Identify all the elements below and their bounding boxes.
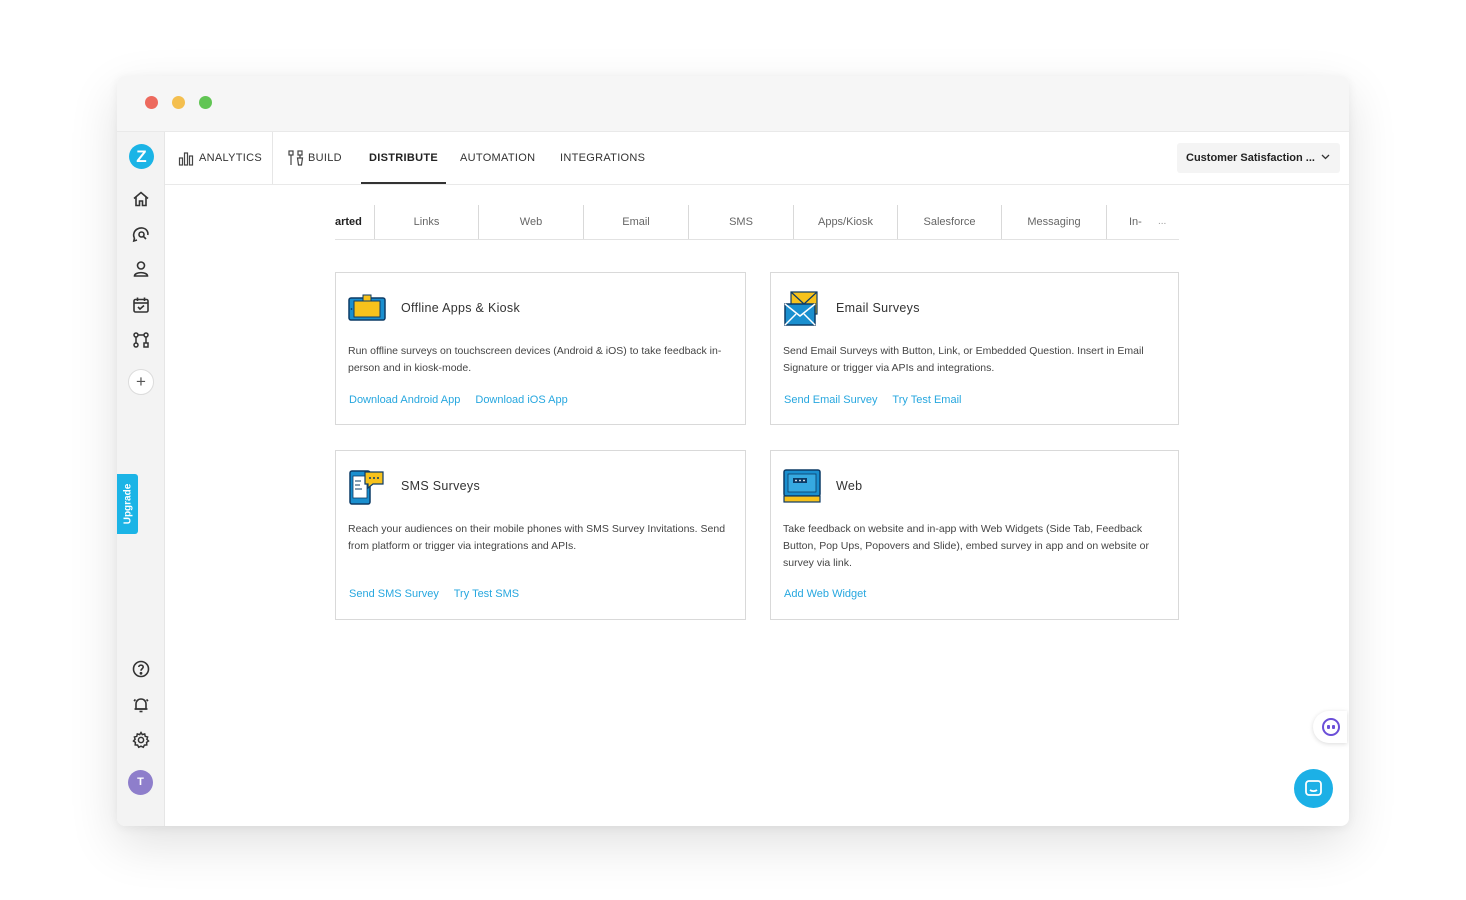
card-title: Email Surveys (836, 301, 920, 315)
card-links: Download Android App Download iOS App (349, 394, 580, 406)
send-sms-survey-link[interactable]: Send SMS Survey (349, 588, 439, 600)
tab-in-app[interactable]: In- (1106, 205, 1144, 239)
survey-selector-label: Customer Satisfaction ... (1186, 152, 1315, 164)
card-description: Take feedback on website and in-app with… (783, 523, 1149, 569)
sidebar: Z + Upgrade T (117, 132, 165, 826)
card-links: Send SMS Survey Try Test SMS (349, 588, 531, 600)
tab-getting-started[interactable]: arted (335, 205, 374, 239)
upgrade-button[interactable]: Upgrade (117, 474, 138, 534)
build-icon (287, 149, 305, 167)
nav-build-label: BUILD (308, 152, 342, 164)
chevron-down-icon (1321, 154, 1330, 160)
sms-phone-icon (348, 468, 386, 506)
add-web-widget-link[interactable]: Add Web Widget (784, 588, 866, 600)
nav-divider (272, 132, 273, 184)
nav-distribute[interactable]: DISTRIBUTE (361, 132, 446, 184)
download-android-app-link[interactable]: Download Android App (349, 394, 460, 406)
maximize-window-button[interactable] (199, 96, 212, 109)
nav-analytics-label: ANALYTICS (199, 152, 263, 164)
minimize-window-button[interactable] (172, 96, 185, 109)
card-title: Web (836, 479, 863, 493)
nav-distribute-label: DISTRIBUTE (369, 152, 438, 164)
send-email-survey-link[interactable]: Send Email Survey (784, 394, 878, 406)
help-icon[interactable] (131, 659, 151, 679)
home-icon[interactable] (131, 189, 151, 209)
download-ios-app-link[interactable]: Download iOS App (475, 394, 567, 406)
settings-icon[interactable] (131, 730, 151, 750)
app-window: Z + Upgrade T ANALYTICS BUILD DISTRIBUTE… (117, 76, 1349, 826)
card-description: Send Email Surveys with Button, Link, or… (783, 345, 1144, 374)
add-button[interactable]: + (128, 369, 154, 395)
card-links: Send Email Survey Try Test Email (784, 394, 973, 406)
zonka-logo[interactable]: Z (129, 144, 154, 169)
tab-apps-kiosk[interactable]: Apps/Kiosk (793, 205, 897, 239)
analytics-icon (178, 149, 196, 167)
chatbot-widget[interactable] (1313, 711, 1347, 743)
tab-sms[interactable]: SMS (688, 205, 793, 239)
web-monitor-icon (783, 468, 821, 506)
tab-messaging[interactable]: Messaging (1001, 205, 1106, 239)
tab-email[interactable]: Email (583, 205, 688, 239)
chatbot-face-icon (1322, 718, 1340, 736)
card-description: Reach your audiences on their mobile pho… (348, 523, 726, 552)
tab-links[interactable]: Links (374, 205, 478, 239)
card-links: Add Web Widget (784, 588, 878, 600)
try-test-sms-link[interactable]: Try Test SMS (454, 588, 519, 600)
title-bar (117, 76, 1349, 132)
bell-icon[interactable] (131, 695, 151, 715)
close-window-button[interactable] (145, 96, 158, 109)
nav-automation[interactable]: AUTOMATION (460, 132, 535, 184)
card-title: Offline Apps & Kiosk (401, 301, 521, 315)
nav-integrations[interactable]: INTEGRATIONS (560, 132, 645, 184)
upgrade-label: Upgrade (122, 483, 133, 525)
card-sms-surveys: SMS Surveys Reach your audiences on thei… (335, 450, 746, 620)
card-email-surveys: Email Surveys Send Email Surveys with Bu… (770, 272, 1179, 425)
survey-selector[interactable]: Customer Satisfaction ... (1177, 143, 1340, 173)
tab-salesforce[interactable]: Salesforce (897, 205, 1001, 239)
nav-integrations-label: INTEGRATIONS (560, 152, 646, 164)
tabs-more-indicator[interactable]: ... (1158, 216, 1166, 227)
workflow-icon[interactable] (131, 330, 151, 350)
nav-build[interactable]: BUILD (287, 132, 342, 184)
card-offline-apps: Offline Apps & Kiosk Run offline surveys… (335, 272, 746, 425)
chat-search-icon[interactable] (131, 224, 151, 244)
chat-bubble-icon (1305, 780, 1322, 796)
nav-analytics[interactable]: ANALYTICS (178, 132, 262, 184)
top-navigation: ANALYTICS BUILD DISTRIBUTE AUTOMATION IN… (165, 132, 1349, 185)
card-description: Run offline surveys on touchscreen devic… (348, 345, 722, 374)
user-avatar[interactable]: T (128, 770, 153, 795)
try-test-email-link[interactable]: Try Test Email (892, 394, 961, 406)
email-envelope-icon (783, 290, 821, 328)
user-icon[interactable] (131, 259, 151, 279)
messenger-launcher[interactable] (1294, 769, 1333, 808)
channel-tabs: arted Links Web Email SMS Apps/Kiosk Sal… (335, 205, 1179, 240)
calendar-check-icon[interactable] (131, 295, 151, 315)
tablet-kiosk-icon (348, 290, 386, 328)
card-title: SMS Surveys (401, 479, 481, 493)
nav-automation-label: AUTOMATION (460, 152, 536, 164)
card-web: Web Take feedback on website and in-app … (770, 450, 1179, 620)
tab-web[interactable]: Web (478, 205, 583, 239)
